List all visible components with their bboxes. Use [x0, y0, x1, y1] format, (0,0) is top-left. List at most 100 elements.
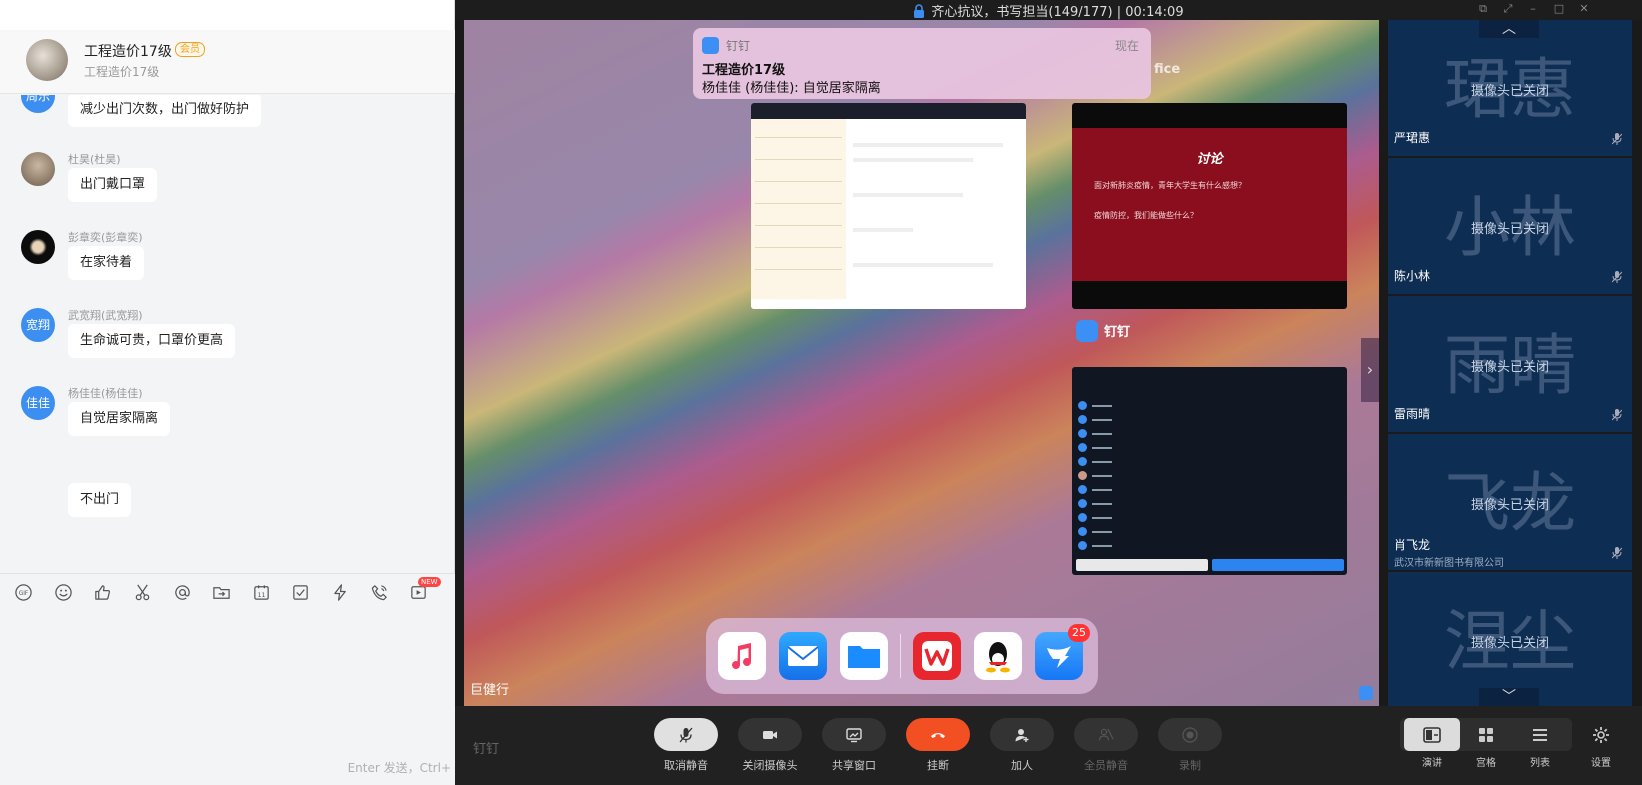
camera-status: 摄像头已关闭	[1470, 222, 1549, 237]
lock-icon	[914, 4, 925, 18]
mic-muted-icon	[1612, 133, 1622, 145]
meeting-control-bar: 钉钉 取消静音 关闭摄像头 共享窗口 挂断 加人 全员静音 录制 演讲 宫格 列…	[455, 706, 1642, 785]
participant-org: 武汉市新新图书有限公司	[1394, 558, 1504, 569]
sender-name: 杜昊(杜昊)	[68, 153, 121, 166]
slide: 讨论 面对新肺炎疫情，青年大学生有什么感想？ 疫情防控，我们能做些什么？	[1072, 128, 1347, 281]
message-list[interactable]: 周乐 减少出门次数，出门做好防护 杜昊(杜昊) 出门戴口罩 彭章奕(彭章奕) 在…	[0, 95, 455, 573]
emoji-icon[interactable]	[51, 580, 75, 604]
popout-icon[interactable]: ⧉	[1476, 2, 1490, 16]
lightning-icon[interactable]	[328, 580, 352, 604]
participant-tile[interactable]: 雨晴 摄像头已关闭 雷雨晴	[1388, 296, 1632, 432]
mute-all-icon	[1074, 718, 1138, 751]
dingtalk-watermark: 钉钉	[473, 742, 500, 757]
files-app-icon[interactable]	[840, 632, 888, 680]
record-button[interactable]: 录制	[1158, 718, 1222, 780]
gif-icon[interactable]: GIF	[11, 580, 35, 604]
layout-list-button[interactable]: 列表	[1512, 718, 1568, 769]
slide-question: 面对新肺炎疫情，青年大学生有什么感想？	[1094, 181, 1246, 190]
chat-header: 工程造价17级 会员 工程造价17级	[0, 30, 455, 94]
next-arrow-icon[interactable]: ›	[1361, 338, 1379, 402]
participant-name: 严珺惠	[1394, 131, 1431, 145]
message-composer[interactable]: Enter 发送，Ctrl+	[0, 609, 455, 785]
folder-send-icon[interactable]	[209, 580, 233, 604]
mail-app-icon[interactable]	[779, 632, 827, 680]
add-person-button[interactable]: 加人	[990, 718, 1054, 780]
camera-status: 摄像头已关闭	[1470, 498, 1549, 513]
close-icon[interactable]: ✕	[1577, 2, 1591, 16]
office-label: fice	[1154, 62, 1181, 77]
gear-icon	[1573, 718, 1629, 751]
music-app-icon[interactable]	[718, 632, 766, 680]
chat-panel: 工程造价17级 会员 工程造价17级 周乐 减少出门次数，出门做好防护 杜昊(杜…	[0, 0, 455, 785]
settings-button[interactable]: 设置	[1573, 718, 1629, 769]
participant-tile[interactable]: 小林 摄像头已关闭 陈小林	[1388, 158, 1632, 294]
avatar[interactable]: 周乐	[21, 95, 55, 113]
presenter-name: 巨健行	[470, 683, 510, 698]
participant-tile[interactable]: 涅尘 摄像头已关闭	[1388, 572, 1632, 706]
avatar[interactable]: 宽翔	[21, 308, 55, 342]
participant-name: 肖飞龙	[1394, 538, 1431, 552]
scissors-icon[interactable]	[130, 580, 154, 604]
fullscreen-icon[interactable]: ⤢	[1501, 2, 1515, 16]
layout-grid-button[interactable]: 宫格	[1458, 718, 1514, 769]
meeting-title: 齐心抗议，书写担当(149/177) | 00:14:09	[931, 5, 1184, 20]
minimize-icon[interactable]: –	[1526, 2, 1540, 16]
share-window-button[interactable]: 共享窗口	[822, 718, 886, 780]
participant-tile[interactable]: 珺惠 摄像头已关闭 严珺惠	[1388, 20, 1632, 156]
add-user-icon	[990, 718, 1054, 751]
scroll-down-icon[interactable]: ﹀	[1479, 688, 1539, 706]
camera-status: 摄像头已关闭	[1470, 636, 1549, 651]
avatar[interactable]: 佳佳	[21, 386, 55, 420]
camera-off-button[interactable]: 关闭摄像头	[738, 718, 802, 780]
scroll-up-icon[interactable]: ︿	[1479, 20, 1539, 38]
send-hint: Enter 发送，Ctrl+	[347, 761, 451, 775]
layout-presenter-button[interactable]: 演讲	[1404, 718, 1460, 769]
phone-icon[interactable]	[367, 580, 391, 604]
sender-name: 武宽翔(武宽翔)	[68, 309, 143, 322]
calendar-icon[interactable]: 11	[249, 580, 273, 604]
qq-app-icon[interactable]	[974, 632, 1022, 680]
camera-status: 摄像头已关闭	[1470, 360, 1549, 375]
grid-layout-icon	[1458, 718, 1514, 751]
participant-tile[interactable]: 飞龙 摄像头已关闭 肖飞龙 武汉市新新图书有限公司	[1388, 434, 1632, 570]
notification-title: 工程造价17级	[702, 63, 786, 78]
participant-name: 陈小林	[1394, 269, 1431, 283]
at-icon[interactable]	[170, 580, 194, 604]
mic-muted-icon	[1612, 271, 1622, 283]
hang-up-button[interactable]: 挂断	[906, 718, 970, 780]
notification-time: 现在	[1114, 39, 1139, 53]
message-bubble[interactable]: 生命诚可贵，口罩价更高	[68, 324, 236, 358]
thumbs-up-icon[interactable]	[90, 580, 114, 604]
sender-name: 杨佳佳(杨佳佳)	[68, 387, 143, 400]
notification-banner[interactable]: 钉钉 现在 工程造价17级 杨佳佳 (杨佳佳): 自觉居家隔离	[693, 28, 1151, 99]
screen-share-icon[interactable]	[1359, 686, 1373, 700]
wps-app-icon[interactable]	[913, 632, 961, 680]
camera-status: 摄像头已关闭	[1470, 84, 1549, 99]
group-avatar[interactable]	[26, 39, 68, 81]
chat-top-bar	[0, 0, 454, 30]
unmute-button[interactable]: 取消静音	[654, 718, 718, 780]
message-bubble[interactable]: 不出门	[68, 483, 132, 517]
checkbox-icon[interactable]	[288, 580, 312, 604]
dingtalk-icon	[1076, 320, 1098, 342]
mute-all-button[interactable]: 全员静音	[1074, 718, 1138, 780]
notification-body: 杨佳佳 (杨佳佳): 自觉居家隔离	[702, 81, 881, 96]
message-bubble[interactable]: 出门戴口罩	[68, 168, 158, 202]
participant-video-list[interactable]: 珺惠 摄像头已关闭 严珺惠 小林 摄像头已关闭 陈小林 雨晴 摄像头已关闭 雷雨…	[1388, 20, 1642, 706]
message-bubble[interactable]: 自觉居家隔离	[68, 402, 171, 436]
app-switcher-card-slide[interactable]: 讨论 面对新肺炎疫情，青年大学生有什么感想？ 疫情防控，我们能做些什么？	[1072, 103, 1347, 309]
avatar[interactable]	[21, 152, 55, 186]
dingtalk-app-label: 钉钉	[1076, 320, 1130, 342]
avatar[interactable]	[21, 230, 55, 264]
new-badge: NEW	[418, 577, 441, 587]
message-bubble[interactable]: 减少出门次数，出门做好防护	[68, 95, 262, 127]
message-bubble[interactable]: 在家待着	[68, 246, 145, 280]
maximize-icon[interactable]: □	[1552, 2, 1566, 16]
shared-screen[interactable]: 钉钉 现在 工程造价17级 杨佳佳 (杨佳佳): 自觉居家隔离 fice 讨论 …	[464, 20, 1379, 706]
hang-up-icon	[906, 718, 970, 751]
vip-badge: 会员	[175, 42, 205, 57]
app-switcher-card-meeting[interactable]	[1072, 367, 1347, 575]
notification-app: 钉钉	[726, 39, 751, 53]
app-switcher-card-chat[interactable]	[751, 103, 1026, 309]
group-name[interactable]: 工程造价17级	[84, 41, 172, 61]
